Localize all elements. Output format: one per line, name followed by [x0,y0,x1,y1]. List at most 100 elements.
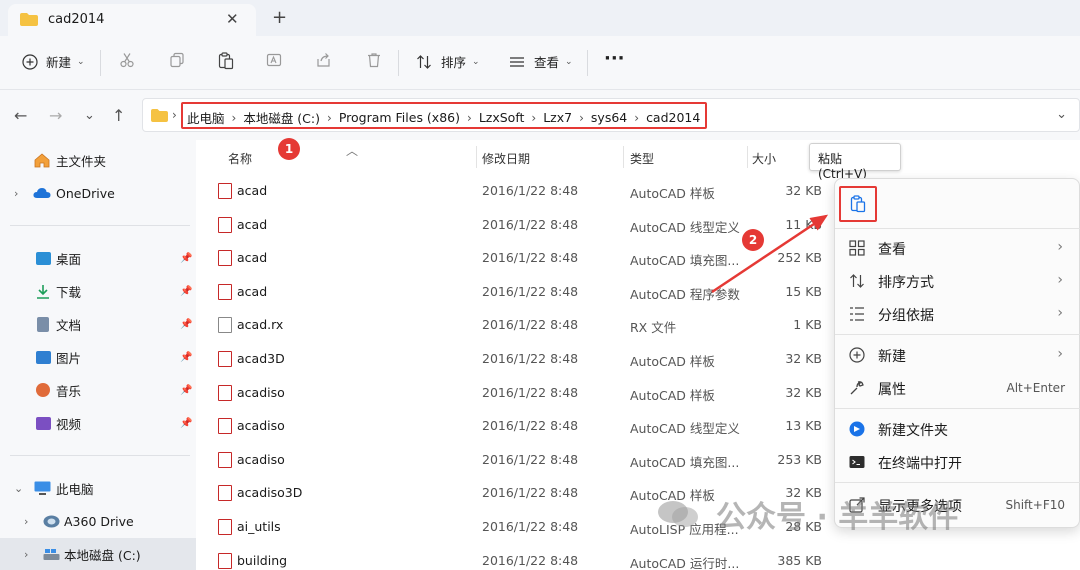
file-type: AutoCAD 线型定义 [630,421,740,437]
crumb-program-files[interactable]: Program Files (x86) [339,110,460,125]
menu-shortcut: Shift+F10 [1005,498,1065,512]
chevron-down-icon[interactable]: ⌄ [14,482,23,495]
menu-item-new-folder[interactable]: 新建文件夹 [835,413,1080,445]
folder-icon [151,109,168,122]
cut-button[interactable] [119,52,135,68]
close-tab-icon[interactable]: ✕ [226,10,239,28]
chevron-right-icon[interactable]: › [634,111,639,125]
pin-icon[interactable]: 📌 [180,418,192,429]
file-date: 2016/1/22 8:48 [482,418,579,434]
file-size: 11 KB [785,216,822,232]
chevron-right-icon: › [1057,272,1063,288]
paste-menu-button[interactable] [839,186,877,222]
address-bar[interactable]: › 此电脑 › 本地磁盘 (C:) › Program Files (x86) › L… [142,98,1080,132]
file-size: 32 KB [785,351,822,366]
sidebar-item-downloads[interactable]: 下载 📌 [0,276,196,306]
annotation-badge-1: 1 [278,138,300,160]
new-tab-button[interactable]: + [272,7,287,28]
table-row[interactable]: building 2016/1/22 8:48 AutoCAD 运行时... 385 … [196,545,836,570]
cad-file-icon [218,216,232,233]
chevron-right-icon[interactable]: › [531,111,536,125]
column-header-size[interactable]: 大小 [752,150,776,167]
sidebar-item-onedrive[interactable]: › OneDrive [0,178,196,208]
menu-item-terminal[interactable]: 在终端中打开 [835,446,1080,478]
menu-item-view[interactable]: 查看 › [835,232,1080,264]
sidebar-item-this-pc[interactable]: ⌄ 此电脑 [0,473,196,503]
chevron-right-icon[interactable]: › [24,515,28,528]
rename-button[interactable] [266,52,282,68]
menu-label: 在终端中打开 [878,456,962,472]
column-header-modified[interactable]: 修改日期 [482,150,530,167]
folder-icon [20,13,38,26]
menu-item-sort[interactable]: 排序方式 › [835,265,1080,297]
crumb-sys64[interactable]: sys64 [591,110,627,125]
file-size: 32 KB [785,384,822,400]
column-divider[interactable] [747,146,748,168]
pin-icon[interactable]: 📌 [180,286,192,297]
file-date: 2016/1/22 8:48 [482,552,579,568]
crumb-lzx7[interactable]: Lzx7 [543,110,572,125]
table-row[interactable]: acadiso 2016/1/22 8:48 AutoCAD 样板 32 KB [196,377,836,410]
file-date: 2016/1/22 8:48 [482,216,579,232]
crumb-local-disk[interactable]: 本地磁盘 (C:) [243,108,320,127]
address-row: ← → ⌄ ↑ › 此电脑 › 本地磁盘 (C:) › Program Files … [0,90,1080,140]
menu-item-group[interactable]: 分组依据 › [835,298,1080,330]
table-row[interactable]: acadiso 2016/1/22 8:48 AutoCAD 填充图... 253 K… [196,444,836,477]
address-dropdown-icon[interactable]: ⌄ [1056,107,1067,122]
chevron-right-icon[interactable]: › [579,111,584,125]
more-options-button[interactable]: ··· [604,48,625,69]
sidebar-item-documents[interactable]: 文档 📌 [0,309,196,339]
paste-button[interactable] [218,52,234,70]
file-name: acadiso [237,384,285,400]
chevron-right-icon[interactable]: › [232,111,237,125]
table-row[interactable]: acadiso 2016/1/22 8:48 AutoCAD 线型定义 13 KB [196,410,836,443]
table-row[interactable]: acad3D 2016/1/22 8:48 AutoCAD 样板 32 KB [196,343,836,376]
chevron-right-icon[interactable]: › [14,187,18,200]
delete-button[interactable] [366,52,382,68]
sort-label: 排序 [441,55,467,70]
table-row[interactable]: acad 2016/1/22 8:48 AutoCAD 填充图... 252 KB [196,242,836,275]
chevron-right-icon[interactable]: › [467,111,472,125]
column-header-type[interactable]: 类型 [630,150,654,167]
sidebar-item-music[interactable]: 音乐 📌 [0,375,196,405]
back-arrow-icon[interactable]: ← [14,106,27,125]
crumb-lzxsoft[interactable]: LzxSoft [479,110,525,125]
pin-icon[interactable]: 📌 [180,319,192,330]
table-row[interactable]: acad 2016/1/22 8:48 AutoCAD 样板 32 KB [196,175,836,208]
clipboard-icon [850,195,866,213]
chevron-right-icon[interactable]: › [327,111,332,125]
table-row[interactable]: acad.rx 2016/1/22 8:48 RX 文件 1 KB [196,309,836,342]
menu-label: 分组依据 [878,308,934,324]
pin-icon[interactable]: 📌 [180,385,192,396]
chevron-right-icon[interactable]: › [24,548,28,561]
table-row[interactable]: acad 2016/1/22 8:48 AutoCAD 程序参数 15 KB [196,276,836,309]
share-button[interactable] [316,52,332,68]
clipboard-icon [218,52,234,70]
sidebar-item-desktop[interactable]: 桌面 📌 [0,243,196,273]
column-divider[interactable] [476,146,477,168]
crumb-this-pc[interactable]: 此电脑 [187,108,225,127]
copy-button[interactable] [169,52,185,68]
table-row[interactable]: acad 2016/1/22 8:48 AutoCAD 线型定义 11 KB [196,209,836,242]
menu-item-new[interactable]: 新建 › [835,339,1080,371]
sidebar-item-pictures[interactable]: 图片 📌 [0,342,196,372]
sidebar-item-local-disk-c[interactable]: › 本地磁盘 (C:) [0,538,196,570]
sidebar-item-home[interactable]: 主文件夹 [0,145,196,175]
sidebar-label: 主文件夹 [56,153,107,169]
pin-icon[interactable]: 📌 [180,253,192,264]
new-button[interactable]: 新建 ⌄ [22,52,85,71]
pin-icon[interactable]: 📌 [180,352,192,363]
forward-arrow-icon[interactable]: → [49,106,62,125]
sort-button[interactable]: 排序 ⌄ [416,52,480,71]
sidebar-label: A360 Drive [64,513,134,529]
sidebar-item-a360[interactable]: › A360 Drive [0,506,196,536]
tab-cad2014[interactable]: cad2014 ✕ [8,4,256,36]
up-arrow-icon[interactable]: ↑ [112,106,125,125]
column-divider[interactable] [623,146,624,168]
column-header-name[interactable]: 名称 [228,150,252,167]
recent-chevron-icon[interactable]: ⌄ [84,108,95,123]
view-button[interactable]: 查看 ⌄ [509,52,573,71]
menu-item-properties[interactable]: 属性 Alt+Enter [835,372,1080,404]
crumb-cad2014[interactable]: cad2014 [646,110,700,125]
sidebar-item-videos[interactable]: 视频 📌 [0,408,196,438]
